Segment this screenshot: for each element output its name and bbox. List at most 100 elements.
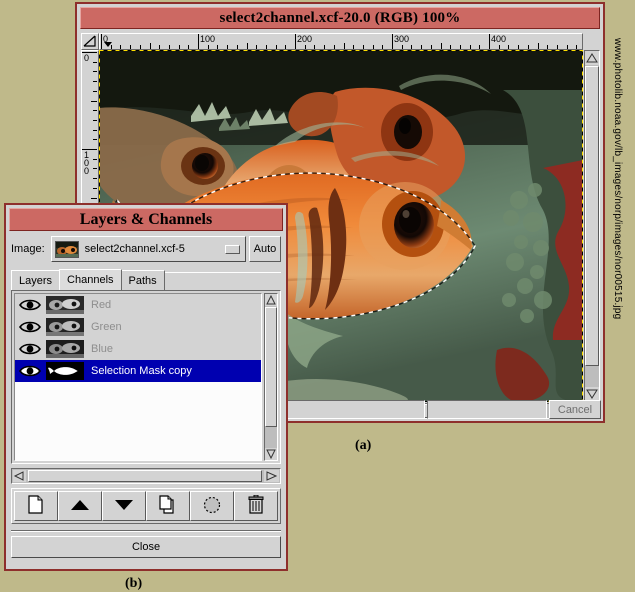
channel-list[interactable]: Red <box>14 293 262 461</box>
eye-visibility-icon[interactable] <box>17 318 43 336</box>
tab-layers[interactable]: Layers <box>11 270 60 290</box>
channel-to-selection-button[interactable] <box>190 491 234 521</box>
ruler-tick-major <box>489 34 490 49</box>
channel-list-frame: Red <box>11 290 281 464</box>
ruler-tick-minor <box>93 168 97 169</box>
auto-button[interactable]: Auto <box>249 236 281 262</box>
channel-row-red[interactable]: Red <box>15 294 261 316</box>
channel-list-horizontal-scrollbar[interactable] <box>11 468 281 484</box>
ruler-tick-minor <box>169 45 170 49</box>
ruler-tick-minor <box>93 178 97 179</box>
ruler-tick-minor <box>538 43 539 49</box>
tabstrip-filler <box>164 272 281 290</box>
channel-row-blue[interactable]: Blue <box>15 338 261 360</box>
ruler-tick-minor <box>373 45 374 49</box>
ruler-tick-minor <box>93 120 97 121</box>
new-page-icon <box>28 495 44 517</box>
ruler-tick-minor <box>479 45 480 49</box>
ruler-tick-major <box>198 34 199 49</box>
image-window-titlebar[interactable]: select2channel.xcf-20.0 (RGB) 100% <box>80 7 600 29</box>
new-channel-button[interactable] <box>14 491 58 521</box>
ruler-tick-minor <box>276 45 277 49</box>
ruler-tick-minor <box>421 45 422 49</box>
horizontal-ruler[interactable]: 0100200300400 <box>99 33 583 50</box>
layers-channels-dialog[interactable]: Layers & Channels Image: select2cha <box>4 203 288 571</box>
scroll-left-arrow-icon[interactable] <box>13 470 26 482</box>
ruler-tick-minor <box>208 45 209 49</box>
channel-name: Blue <box>87 343 113 355</box>
tab-label: Paths <box>129 275 157 287</box>
ruler-tick-minor <box>130 45 131 49</box>
eye-visibility-icon[interactable] <box>17 362 43 380</box>
ruler-tick-minor <box>344 43 345 49</box>
raise-channel-button[interactable] <box>58 491 102 521</box>
ruler-tick-minor <box>93 139 97 140</box>
delete-channel-button[interactable] <box>234 491 278 521</box>
vertical-scroll-thumb[interactable] <box>585 66 599 366</box>
scroll-down-arrow-icon[interactable] <box>585 387 599 401</box>
ruler-tick-minor <box>363 45 364 49</box>
channel-row-selection-mask-copy[interactable]: Selection Mask copy <box>15 360 261 382</box>
channel-name: Selection Mask copy <box>87 365 192 377</box>
scroll-up-arrow-icon[interactable] <box>265 294 277 306</box>
channel-thumbnail <box>46 318 84 336</box>
ruler-tick-minor <box>188 45 189 49</box>
ruler-tick-minor <box>247 43 248 49</box>
tab-channels[interactable]: Channels <box>59 269 121 290</box>
ruler-tick-major <box>392 34 393 49</box>
ruler-tick-minor <box>305 45 306 49</box>
ruler-tick-minor <box>140 45 141 49</box>
image-option-menu[interactable]: select2channel.xcf-5 <box>51 236 246 262</box>
image-name: select2channel.xcf-5 <box>85 243 219 255</box>
ruler-tick-minor <box>547 45 548 49</box>
scroll-up-arrow-icon[interactable] <box>585 51 599 65</box>
ruler-tick-minor <box>93 110 97 111</box>
channel-name: Green <box>87 321 122 333</box>
close-button[interactable]: Close <box>11 536 281 558</box>
ruler-tick-minor <box>266 45 267 49</box>
ruler-tick-minor <box>470 45 471 49</box>
arrow-up-icon <box>70 499 90 514</box>
arrow-down-icon <box>114 499 134 514</box>
channel-row-green[interactable]: Green <box>15 316 261 338</box>
ruler-tick-minor <box>353 45 354 49</box>
channel-thumbnail <box>46 340 84 358</box>
ruler-position-marker <box>104 42 112 47</box>
ruler-tick-minor <box>324 45 325 49</box>
vertical-scroll-thumb[interactable] <box>265 307 277 427</box>
channel-toolbar <box>11 488 281 524</box>
ruler-tick-minor <box>450 45 451 49</box>
ruler-tick-minor <box>460 45 461 49</box>
lower-channel-button[interactable] <box>102 491 146 521</box>
ruler-unit-icon[interactable] <box>81 33 99 50</box>
ruler-tick-minor <box>237 45 238 49</box>
ruler-tick-minor <box>499 45 500 49</box>
ruler-tick-minor <box>334 45 335 49</box>
eye-visibility-icon[interactable] <box>17 340 43 358</box>
figure-caption-a: (a) <box>355 438 371 454</box>
ruler-tick-minor <box>314 45 315 49</box>
ruler-tick-minor <box>518 45 519 49</box>
ruler-tick-major <box>295 34 296 49</box>
ruler-tick-minor <box>93 62 97 63</box>
ruler-tick-minor <box>93 130 97 131</box>
ruler-tick-minor <box>382 45 383 49</box>
channel-list-vertical-scrollbar[interactable] <box>264 293 278 461</box>
canvas-vertical-scrollbar[interactable] <box>584 50 600 402</box>
scroll-down-arrow-icon[interactable] <box>265 448 277 460</box>
figure-caption-b: (b) <box>125 576 142 592</box>
ruler-label: 400 <box>491 35 506 44</box>
tab-paths[interactable]: Paths <box>121 270 165 290</box>
ruler-tick-minor <box>431 45 432 49</box>
image-selector-row: Image: select2channel.xcf-5 Auto <box>11 236 281 262</box>
duplicate-channel-button[interactable] <box>146 491 190 521</box>
horizontal-scroll-thumb[interactable] <box>28 470 262 482</box>
scroll-right-arrow-icon[interactable] <box>264 470 279 482</box>
layers-channels-titlebar[interactable]: Layers & Channels <box>9 208 283 231</box>
eye-visibility-icon[interactable] <box>17 296 43 314</box>
ruler-tick-minor <box>441 43 442 49</box>
ruler-tick-minor <box>285 45 286 49</box>
option-menu-icon[interactable] <box>225 245 240 254</box>
ruler-label: 100 <box>200 35 215 44</box>
cancel-button[interactable]: Cancel <box>549 400 601 419</box>
